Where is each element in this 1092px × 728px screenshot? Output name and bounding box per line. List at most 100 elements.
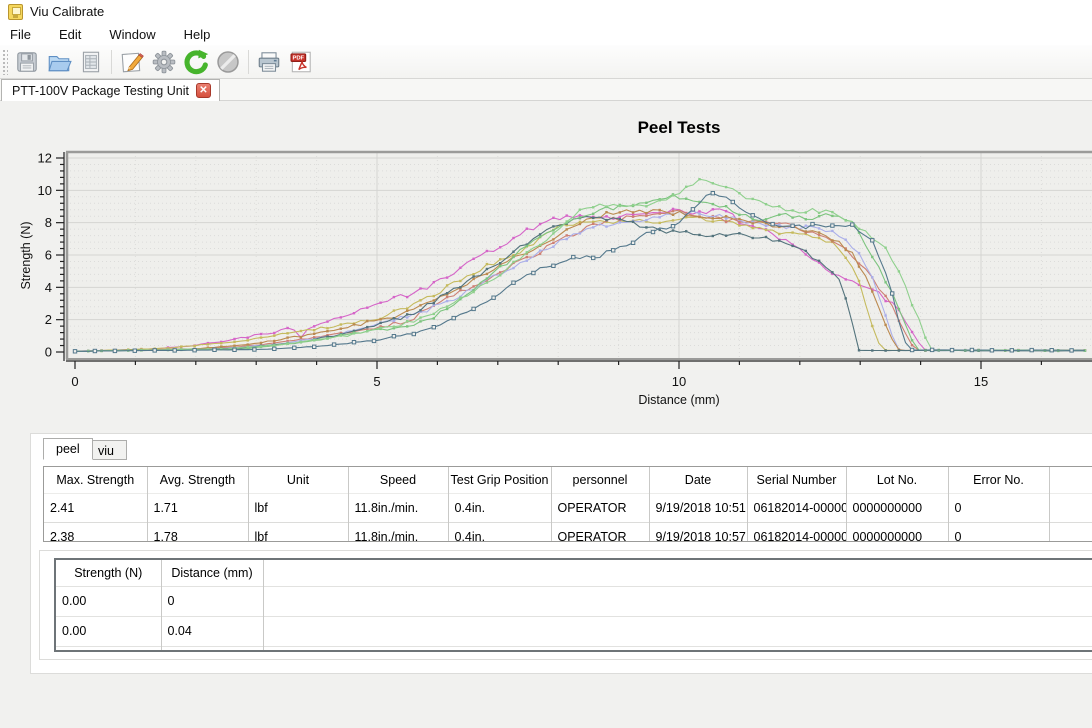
chart-block: 051015024681012Distance (mm)Strength (N)… — [0, 101, 1092, 433]
table-row[interactable]: 0.00 0.04 — [56, 616, 1092, 646]
cell: 0 — [161, 586, 263, 616]
print-icon — [256, 49, 282, 75]
cell: 11.8in./min. — [348, 493, 448, 522]
svg-text:4: 4 — [45, 280, 52, 295]
stop-button[interactable] — [213, 47, 243, 77]
col-personnel: personnel — [551, 467, 649, 493]
cell — [161, 646, 263, 652]
menu-file[interactable]: File — [0, 25, 41, 44]
peel-tests-chart: 051015024681012Distance (mm)Strength (N) — [0, 101, 1092, 433]
cell: 9/19/2018 10:57... — [649, 522, 747, 542]
toolbar-grip[interactable] — [2, 49, 8, 75]
cell — [1049, 522, 1092, 542]
settings-button[interactable] — [149, 47, 179, 77]
cell: 0000000000 — [846, 493, 948, 522]
export-pdf-button[interactable]: PDF — [286, 47, 316, 77]
svg-text:6: 6 — [45, 248, 52, 263]
col-serial-number: Serial Number — [747, 467, 846, 493]
menu-help[interactable]: Help — [174, 25, 221, 44]
svg-text:5: 5 — [373, 374, 380, 389]
detail-grid[interactable]: Strength (N) Distance (mm) 0.00 0 0.00 — [54, 558, 1092, 652]
open-button[interactable] — [44, 47, 74, 77]
svg-text:0: 0 — [45, 345, 52, 360]
refresh-icon — [182, 48, 210, 76]
cell: 0 — [948, 522, 1049, 542]
cell: 06182014-00000... — [747, 493, 846, 522]
cell: 2.41 — [44, 493, 147, 522]
cell — [56, 646, 161, 652]
results-panel: peel viu Max. Strength Avg. Strength Uni… — [30, 433, 1092, 674]
toolbar: PDF — [0, 45, 1092, 79]
toolbar-separator — [248, 50, 249, 74]
col-error-no: Error No. — [948, 467, 1049, 493]
cell: OPERATOR — [551, 493, 649, 522]
cell: lbf — [248, 493, 348, 522]
cell: 0 — [948, 493, 1049, 522]
tab-ptt-100v[interactable]: PTT-100V Package Testing Unit ✕ — [1, 79, 220, 101]
report-button[interactable] — [76, 47, 106, 77]
col-speed: Speed — [348, 467, 448, 493]
report-document-icon — [78, 49, 104, 75]
cell: 11.8in./min. — [348, 522, 448, 542]
svg-text:Strength (N): Strength (N) — [19, 221, 33, 289]
cell: 0.00 — [56, 586, 161, 616]
table-row[interactable]: 2.41 1.71 lbf 11.8in./min. 0.4in. OPERAT… — [44, 493, 1092, 522]
col-unit: Unit — [248, 467, 348, 493]
col-test-grip-position: Test Grip Position — [448, 467, 551, 493]
col-filler — [263, 560, 1092, 586]
cell: 0000000000 — [846, 522, 948, 542]
menu-window[interactable]: Window — [99, 25, 165, 44]
chart-title: Peel Tests — [0, 118, 1092, 138]
edit-pencil-icon — [119, 49, 145, 75]
cell — [263, 616, 1092, 646]
cell: 9/19/2018 10:51... — [649, 493, 747, 522]
col-strength-n: Strength (N) — [56, 560, 161, 586]
edit-button[interactable] — [117, 47, 147, 77]
svg-text:PDF: PDF — [292, 55, 304, 61]
print-button[interactable] — [254, 47, 284, 77]
window-title: Viu Calibrate — [30, 4, 104, 19]
cell: 1.78 — [147, 522, 248, 542]
menu-edit[interactable]: Edit — [49, 25, 91, 44]
col-max-strength: Max. Strength — [44, 467, 147, 493]
title-bar: Viu Calibrate — [0, 0, 1092, 24]
peel-results-grid[interactable]: Max. Strength Avg. Strength Unit Speed T… — [43, 466, 1092, 542]
cell: 2.38 — [44, 522, 147, 542]
save-icon — [14, 49, 40, 75]
svg-text:0: 0 — [71, 374, 78, 389]
export-pdf-icon: PDF — [288, 49, 314, 75]
cell — [263, 646, 1092, 652]
stop-icon — [215, 49, 241, 75]
save-button[interactable] — [12, 47, 42, 77]
table-row[interactable]: 0.00 0 — [56, 586, 1092, 616]
app-icon — [8, 4, 23, 20]
cell — [263, 586, 1092, 616]
toolbar-separator — [111, 50, 112, 74]
tab-peel[interactable]: peel — [43, 438, 93, 460]
svg-text:Distance (mm): Distance (mm) — [638, 393, 719, 407]
cell: lbf — [248, 522, 348, 542]
svg-text:2: 2 — [45, 312, 52, 327]
cell: 06182014-00000... — [747, 522, 846, 542]
grid-header-row: Strength (N) Distance (mm) — [56, 560, 1092, 586]
svg-text:10: 10 — [38, 183, 52, 198]
menu-bar: File Edit Window Help — [0, 24, 1092, 45]
tab-page: 051015024681012Distance (mm)Strength (N)… — [0, 101, 1092, 728]
settings-gear-icon — [151, 49, 177, 75]
cell — [1049, 493, 1092, 522]
svg-text:10: 10 — [672, 374, 686, 389]
svg-text:12: 12 — [38, 151, 52, 166]
cell: 0.4in. — [448, 522, 551, 542]
col-distance-mm: Distance (mm) — [161, 560, 263, 586]
tab-label: PTT-100V Package Testing Unit — [12, 84, 189, 98]
refresh-button[interactable] — [181, 47, 211, 77]
col-lot-no: Lot No. — [846, 467, 948, 493]
cell: 0.04 — [161, 616, 263, 646]
svg-text:8: 8 — [45, 215, 52, 230]
close-icon[interactable]: ✕ — [196, 83, 211, 98]
col-avg-strength: Avg. Strength — [147, 467, 248, 493]
cell: OPERATOR — [551, 522, 649, 542]
col-date: Date — [649, 467, 747, 493]
table-row[interactable] — [56, 646, 1092, 652]
table-row[interactable]: 2.38 1.78 lbf 11.8in./min. 0.4in. OPERAT… — [44, 522, 1092, 542]
